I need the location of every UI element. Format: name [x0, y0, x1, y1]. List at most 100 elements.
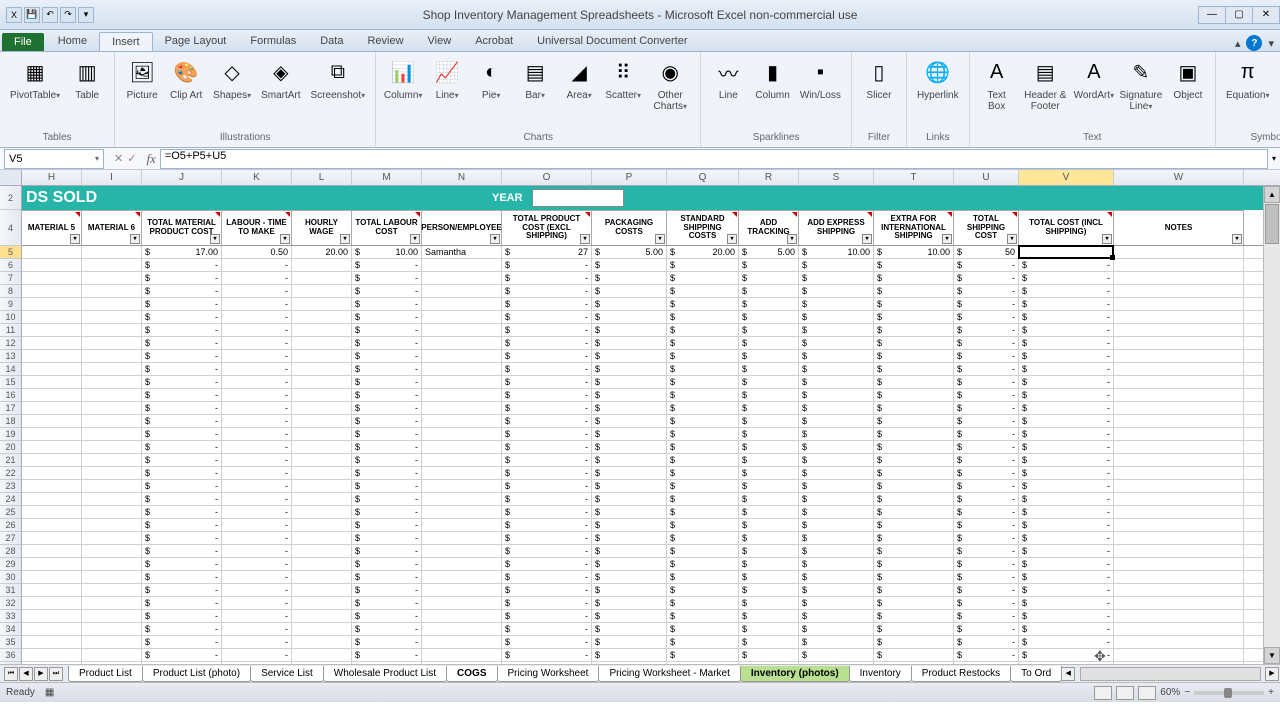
cell-Q32[interactable]: $ [667, 597, 739, 609]
enter-formula-icon[interactable]: ✓ [127, 152, 136, 165]
cell-K19[interactable]: - [222, 428, 292, 440]
cell-N20[interactable] [422, 441, 502, 453]
cell-N25[interactable] [422, 506, 502, 518]
cell-Q36[interactable]: $ [667, 649, 739, 661]
cell-S24[interactable]: $ [799, 493, 874, 505]
cell-T10[interactable]: $ [874, 311, 954, 323]
cell-R21[interactable]: $ [739, 454, 799, 466]
cell-T17[interactable]: $ [874, 402, 954, 414]
zoom-slider[interactable] [1194, 691, 1264, 695]
cell-I32[interactable] [82, 597, 142, 609]
cell-M37[interactable]: $- [352, 662, 422, 664]
cell-J35[interactable]: $- [142, 636, 222, 648]
smartart-button[interactable]: ◈SmartArt [257, 54, 304, 103]
cell-R5[interactable]: $5.00 [739, 246, 799, 258]
cell-U16[interactable]: $- [954, 389, 1019, 401]
cell-T8[interactable]: $ [874, 285, 954, 297]
cell-T5[interactable]: $10.00 [874, 246, 954, 258]
cell-R28[interactable]: $ [739, 545, 799, 557]
cell-O26[interactable]: $- [502, 519, 592, 531]
cell-O16[interactable]: $- [502, 389, 592, 401]
cell-N6[interactable] [422, 259, 502, 271]
page-break-view-icon[interactable] [1138, 686, 1156, 700]
cell-K8[interactable]: - [222, 285, 292, 297]
cell-R10[interactable]: $ [739, 311, 799, 323]
cell-V26[interactable]: $- [1019, 519, 1114, 531]
cell-S36[interactable]: $ [799, 649, 874, 661]
cell-N10[interactable] [422, 311, 502, 323]
cell-T6[interactable]: $ [874, 259, 954, 271]
cell-P35[interactable]: $ [592, 636, 667, 648]
cell-R34[interactable]: $ [739, 623, 799, 635]
cell-I22[interactable] [82, 467, 142, 479]
cell-P24[interactable]: $ [592, 493, 667, 505]
pie-chart-button[interactable]: ◐Pie [470, 54, 512, 103]
cell-L7[interactable] [292, 272, 352, 284]
cell-L37[interactable] [292, 662, 352, 664]
row-header-12[interactable]: 12 [0, 337, 21, 350]
row-header-35[interactable]: 35 [0, 636, 21, 649]
formula-expand-icon[interactable]: ▾ [1268, 154, 1280, 163]
cell-J24[interactable]: $- [142, 493, 222, 505]
cell-T29[interactable]: $ [874, 558, 954, 570]
row-header-17[interactable]: 17 [0, 402, 21, 415]
cell-I25[interactable] [82, 506, 142, 518]
cell-O10[interactable]: $- [502, 311, 592, 323]
cell-K6[interactable]: - [222, 259, 292, 271]
filter-dropdown-icon[interactable]: ▾ [1232, 234, 1242, 244]
cell-M36[interactable]: $- [352, 649, 422, 661]
row-header-37[interactable]: 37 [0, 662, 21, 664]
filter-dropdown-icon[interactable]: ▾ [787, 234, 797, 244]
cell-W13[interactable] [1114, 350, 1244, 362]
cell-U32[interactable]: $- [954, 597, 1019, 609]
cell-S28[interactable]: $ [799, 545, 874, 557]
cell-R26[interactable]: $ [739, 519, 799, 531]
column-header-S[interactable]: S [799, 170, 874, 185]
cell-O32[interactable]: $- [502, 597, 592, 609]
cell-Q5[interactable]: $20.00 [667, 246, 739, 258]
cell-O9[interactable]: $- [502, 298, 592, 310]
redo-icon[interactable]: ↷ [60, 7, 76, 23]
select-all-corner[interactable] [0, 170, 22, 185]
cancel-formula-icon[interactable]: ✕ [114, 152, 123, 165]
vertical-scrollbar[interactable]: ▲ ▼ [1263, 186, 1280, 664]
cell-H14[interactable] [22, 363, 82, 375]
cell-I27[interactable] [82, 532, 142, 544]
column-header-O[interactable]: O [502, 170, 592, 185]
cell-N22[interactable] [422, 467, 502, 479]
cell-S34[interactable]: $ [799, 623, 874, 635]
cell-V29[interactable]: $- [1019, 558, 1114, 570]
row-header-34[interactable]: 34 [0, 623, 21, 636]
cell-K20[interactable]: - [222, 441, 292, 453]
cell-M6[interactable]: $- [352, 259, 422, 271]
cell-J32[interactable]: $- [142, 597, 222, 609]
cell-O35[interactable]: $- [502, 636, 592, 648]
cell-M23[interactable]: $- [352, 480, 422, 492]
column-header-M[interactable]: M [352, 170, 422, 185]
cell-J33[interactable]: $- [142, 610, 222, 622]
cell-T14[interactable]: $ [874, 363, 954, 375]
cell-H29[interactable] [22, 558, 82, 570]
cell-H20[interactable] [22, 441, 82, 453]
equation-button[interactable]: πEquation [1222, 54, 1274, 103]
cell-Q30[interactable]: $ [667, 571, 739, 583]
cell-K34[interactable]: - [222, 623, 292, 635]
cell-T37[interactable]: $ [874, 662, 954, 664]
cell-S29[interactable]: $ [799, 558, 874, 570]
filter-dropdown-icon[interactable]: ▾ [580, 234, 590, 244]
cell-J21[interactable]: $- [142, 454, 222, 466]
cell-J11[interactable]: $- [142, 324, 222, 336]
ribbon-options-icon[interactable]: ▾ [1268, 37, 1274, 50]
cell-N14[interactable] [422, 363, 502, 375]
cell-K37[interactable]: - [222, 662, 292, 664]
cell-L31[interactable] [292, 584, 352, 596]
filter-dropdown-icon[interactable]: ▾ [655, 234, 665, 244]
cell-N27[interactable] [422, 532, 502, 544]
cell-H12[interactable] [22, 337, 82, 349]
cell-S32[interactable]: $ [799, 597, 874, 609]
row-header-8[interactable]: 8 [0, 285, 21, 298]
cell-L6[interactable] [292, 259, 352, 271]
cell-O6[interactable]: $- [502, 259, 592, 271]
qat-more-icon[interactable]: ▾ [78, 7, 94, 23]
cell-V9[interactable]: $- [1019, 298, 1114, 310]
